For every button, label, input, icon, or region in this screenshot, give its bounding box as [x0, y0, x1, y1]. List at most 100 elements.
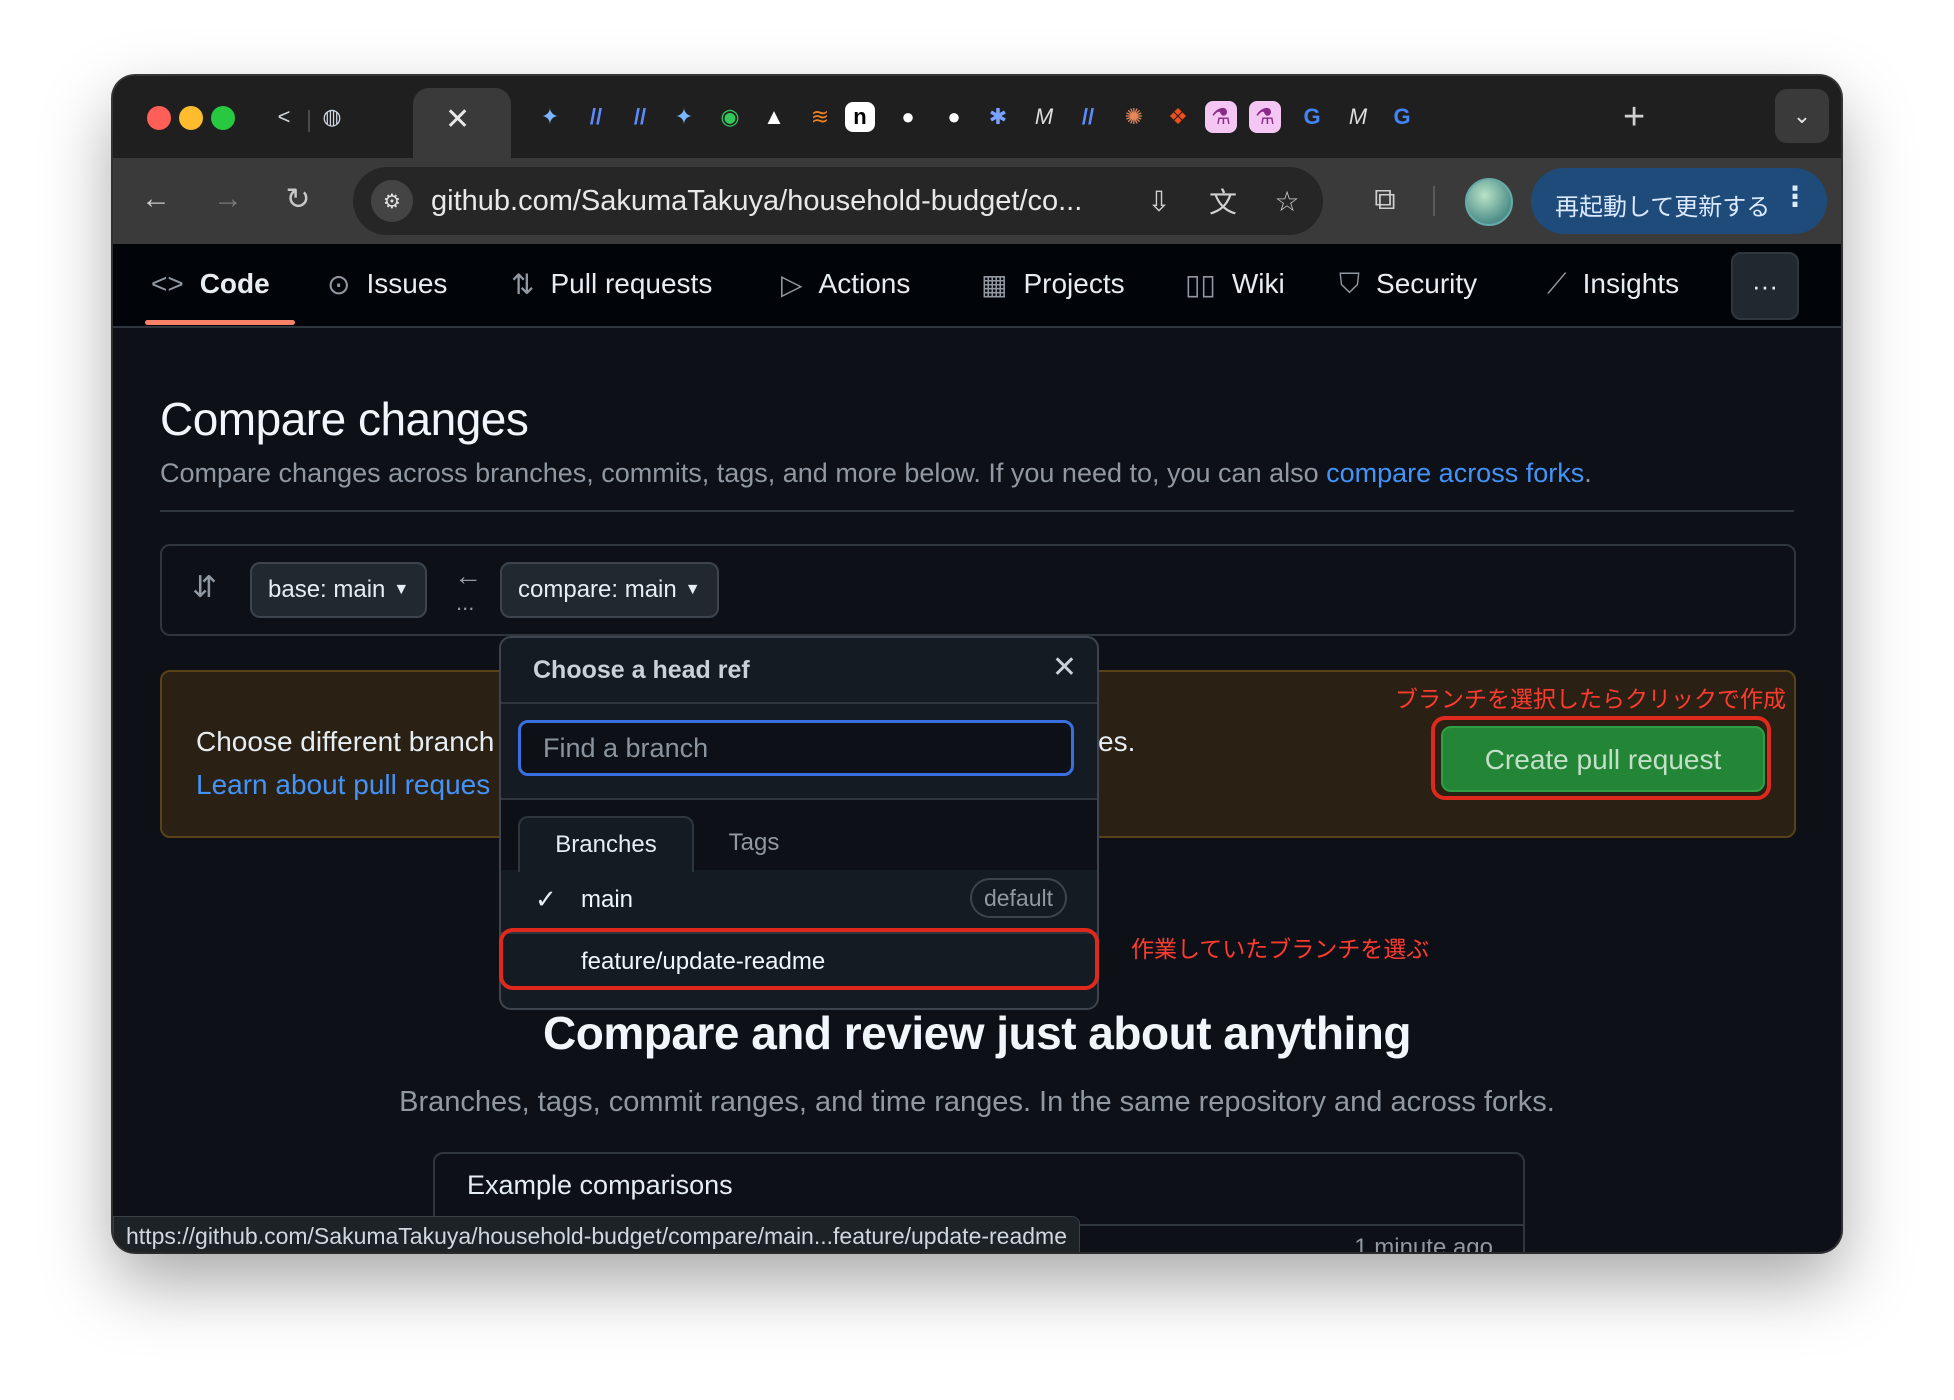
annotation-box-branch [499, 928, 1099, 990]
compare-branch-label: compare: main [518, 576, 677, 603]
tab-wiki[interactable]: ▯▯ Wiki [1185, 260, 1285, 308]
active-tab[interactable]: ✕ [413, 88, 511, 160]
toolbar-separator [1433, 186, 1435, 216]
maximize-window-button[interactable] [211, 106, 235, 130]
branch-menu-header: Choose a head ref ✕ [501, 638, 1097, 704]
tab-close-icon[interactable]: ✕ [445, 102, 470, 137]
tab-m-icon-2[interactable]: M [1339, 98, 1377, 136]
tab-google-icon-2[interactable]: G [1383, 98, 1421, 136]
back-arrow-icon[interactable]: ← [131, 174, 181, 224]
caret-down-icon: ▼ [684, 581, 701, 598]
tab-tags[interactable]: Tags [709, 816, 799, 870]
update-button-label: 再起動して更新する [1555, 194, 1771, 221]
active-tab-underline [145, 320, 295, 325]
tab-wiki-label: Wiki [1231, 268, 1285, 299]
tab-separator [308, 110, 310, 132]
blankslate-subtitle: Branches, tags, commit ranges, and time … [399, 1086, 1555, 1118]
extensions-icon[interactable]: ⧉ [1361, 176, 1409, 224]
reload-icon[interactable]: ↻ [273, 174, 323, 224]
compare-branch-button[interactable]: compare: main ▼ [500, 562, 719, 618]
minimize-window-button[interactable] [179, 106, 203, 130]
page-title: Compare changes [160, 393, 529, 445]
branch-name: main [581, 886, 634, 913]
annotation-box-create [1431, 716, 1771, 800]
tab-green-circle-icon[interactable]: ◉ [711, 98, 749, 136]
tab-slack-icon[interactable]: ✱ [979, 98, 1017, 136]
tab-gemini-icon-2[interactable]: ✦ [665, 98, 703, 136]
kebab-menu-icon[interactable]: ⋮ [1781, 180, 1809, 213]
tab-issues[interactable]: ⊙ Issues [327, 260, 447, 308]
shield-icon: ⛉ [1339, 267, 1361, 299]
subtitle-text: Compare changes across branches, commits… [160, 458, 1327, 488]
tab-insights-label: Insights [1582, 268, 1680, 299]
tab-search-button[interactable]: ⌄ [1775, 89, 1829, 143]
update-browser-button[interactable]: 再起動して更新する ⋮ [1531, 168, 1827, 234]
url-text[interactable]: github.com/SakumaTakuya/household-budget… [431, 185, 1082, 218]
tab-claude-icon[interactable]: ✺ [1115, 98, 1153, 136]
tab-google-icon[interactable]: G [1293, 98, 1331, 136]
browser-window: < ◍ ✕ ✦ // // ✦ ◉ ▲ ≋ n ● ● ✱ M // ✺ ❖ ⚗… [113, 76, 1841, 1252]
arrow-left-icon: ← [454, 560, 482, 591]
tab-flask-icon-2[interactable]: ⚗ [1249, 101, 1281, 133]
new-tab-button[interactable]: + [1623, 96, 1645, 139]
compare-across-forks-link[interactable]: compare across forks [1326, 458, 1584, 488]
profile-avatar[interactable] [1465, 178, 1513, 226]
range-editor: ⇵ base: main ▼ ← ... compare: main ▼ [160, 544, 1796, 636]
caret-down-icon: ▼ [393, 581, 410, 598]
tab-linear-icon-2[interactable]: // [621, 98, 659, 136]
example-comparisons-title: Example comparisons [467, 1170, 733, 1200]
tab-figma-icon[interactable]: ❖ [1159, 98, 1197, 136]
subtitle-end: . [1584, 458, 1592, 488]
tab-notion-icon[interactable]: n [845, 102, 875, 132]
tab-projects[interactable]: ▦ Projects [981, 260, 1125, 308]
tab-github-icon[interactable]: ● [889, 98, 927, 136]
tab-stackoverflow-icon[interactable]: ≋ [801, 98, 839, 136]
annotation-text-branch: 作業していたブランチを選ぶ [1131, 936, 1430, 962]
tab-m-icon[interactable]: M [1025, 98, 1063, 136]
branch-menu-title: Choose a head ref [533, 656, 750, 684]
git-compare-icon: ⇵ [192, 571, 218, 604]
tab-github-icon-2[interactable]: ● [935, 98, 973, 136]
status-bar-url: https://github.com/SakumaTakuya/househol… [113, 1216, 1081, 1252]
branch-menu-tabs: Branches Tags [501, 798, 1097, 872]
base-branch-label: base: main [268, 576, 386, 603]
tab-actions[interactable]: ▷ Actions [781, 260, 910, 308]
branch-item-main[interactable]: ✓ main default [501, 868, 1097, 932]
graph-icon: ⟋ [1547, 267, 1567, 299]
table-icon: ▦ [981, 268, 1008, 300]
bookmark-star-icon[interactable]: ☆ [1267, 181, 1307, 221]
tab-code[interactable]: <> Code [151, 260, 270, 308]
relative-time: 1 minute ago [1354, 1234, 1493, 1252]
tab-gemini-icon[interactable]: ✦ [531, 98, 569, 136]
default-badge: default [969, 878, 1067, 918]
translate-icon[interactable]: 文 [1203, 181, 1243, 221]
tab-flask-icon[interactable]: ⚗ [1205, 101, 1237, 133]
address-bar[interactable]: ⚙ github.com/SakumaTakuya/household-budg… [353, 167, 1323, 235]
base-branch-button[interactable]: base: main ▼ [250, 562, 428, 618]
tab-insights[interactable]: ⟋ Insights [1547, 260, 1679, 308]
book-icon: ▯▯ [1185, 268, 1216, 300]
tab-globe-icon[interactable]: ◍ [313, 98, 351, 136]
tab-branches[interactable]: Branches [518, 816, 694, 872]
site-settings-icon[interactable]: ⚙ [371, 180, 413, 222]
tab-linear-icon[interactable]: // [577, 98, 615, 136]
tab-triangle-icon[interactable]: ▲ [755, 98, 793, 136]
tab-pull-requests[interactable]: ⇅ Pull requests [511, 260, 712, 308]
blankslate-title: Compare and review just about anything [543, 1007, 1411, 1059]
install-app-icon[interactable]: ⇩ [1139, 181, 1179, 221]
find-branch-input[interactable] [518, 720, 1074, 776]
tab-code-label: Code [199, 268, 270, 299]
tab-issues-label: Issues [366, 268, 448, 299]
tab-actions-label: Actions [818, 268, 911, 299]
close-window-button[interactable] [147, 106, 171, 130]
more-tabs-button[interactable]: ··· [1731, 252, 1799, 320]
forward-arrow-icon[interactable]: → [203, 174, 253, 224]
tab-share-icon[interactable]: < [265, 98, 303, 136]
close-icon[interactable]: ✕ [1052, 650, 1077, 685]
tab-linear-icon-3[interactable]: // [1069, 98, 1107, 136]
tab-security[interactable]: ⛉ Security [1339, 260, 1477, 308]
check-icon: ✓ [535, 884, 557, 914]
divider [160, 510, 1794, 512]
tab-strip: < ◍ ✕ ✦ // // ✦ ◉ ▲ ≋ n ● ● ✱ M // ✺ ❖ ⚗… [113, 76, 1841, 160]
learn-pull-requests-link[interactable]: Learn about pull reques [196, 769, 490, 801]
